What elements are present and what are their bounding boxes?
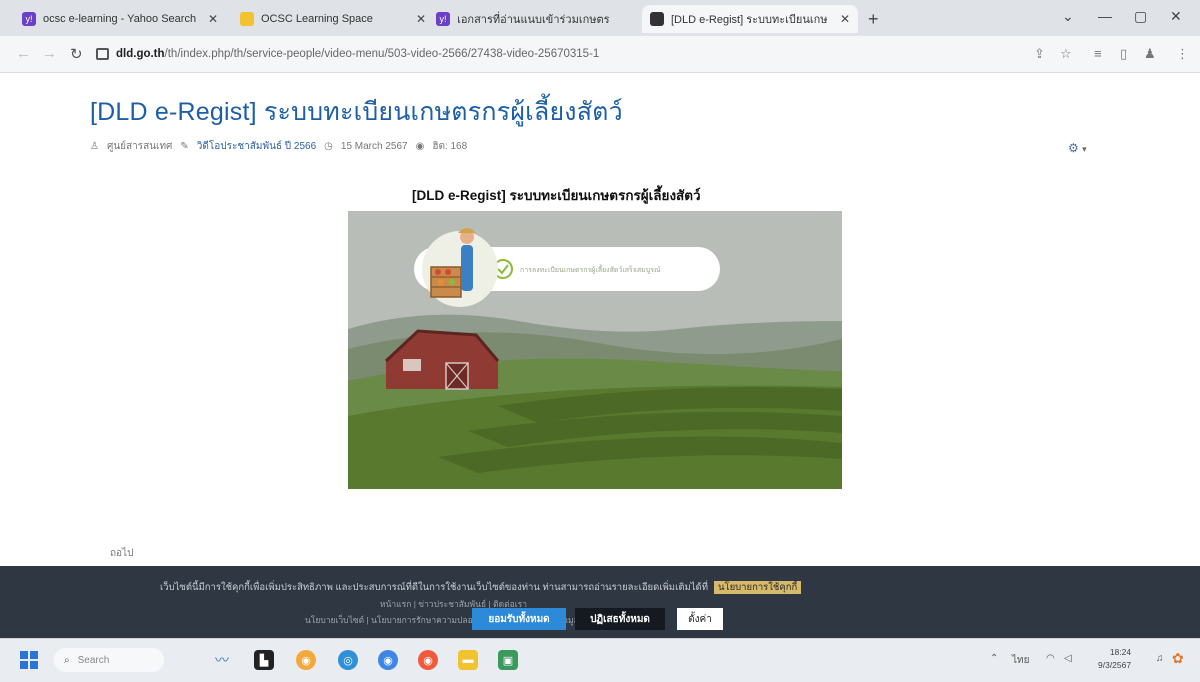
author-icon: ♙ [90, 141, 99, 152]
cookie-consent-banner: เว็บไซต์นี้มีการใช้คุกกี้เพื่อเพิ่มประสิ… [0, 566, 1200, 638]
video-heading: [DLD e-Regist] ระบบทะเบียนเกษตรกรผู้เลี้… [412, 188, 701, 203]
tab-title: เอกสารที่อ่านแนบเข้าร่วมเกษตร [457, 14, 610, 26]
hits-icon: ◉ [415, 141, 425, 152]
network-icon[interactable]: ◠ [1046, 653, 1055, 664]
read-more-link[interactable]: ถอไป [110, 546, 133, 561]
url-host: dld.go.th [116, 48, 165, 60]
bookmark-star-icon[interactable]: ☆ [1060, 46, 1072, 62]
taskbar-search-placeholder: Search [77, 654, 110, 666]
volume-icon[interactable]: ◁ [1064, 653, 1072, 664]
taskbar-search-box[interactable]: ⌕ Search [54, 648, 164, 672]
category-icon: ✎ [180, 141, 189, 152]
menu-kebab-icon[interactable]: ⋮ [1176, 46, 1189, 62]
taskbar-clock[interactable]: 18:24 9/3/2567 [1098, 646, 1131, 672]
article-tools-gear-icon[interactable]: ⚙ ▾ [1068, 141, 1087, 155]
input-language[interactable]: ไทย [1012, 653, 1029, 668]
share-icon[interactable]: ⇪ [1034, 46, 1045, 62]
minimize-icon[interactable]: — [1098, 8, 1112, 24]
profile-icon[interactable]: ♟ [1144, 46, 1156, 62]
reload-icon[interactable]: ↻ [70, 45, 83, 63]
reading-list-icon[interactable]: ≡ [1094, 46, 1102, 61]
cookie-settings-button[interactable]: ตั้งค่า [677, 608, 723, 630]
calendar-icon: ◷ [324, 141, 333, 152]
close-tab-icon[interactable]: ✕ [208, 12, 218, 26]
article-author: ศูนย์สารสนเทศ [106, 141, 173, 152]
windows-start-icon[interactable] [20, 651, 38, 669]
store-app-icon[interactable]: ▣ [498, 650, 518, 670]
embedded-video-player[interactable]: การลงทะเบียนเกษตรกรผู้เลี้ยงสัตว์เสร็จสม… [348, 211, 842, 489]
accept-all-cookies-button[interactable]: ยอมรับทั้งหมด [472, 608, 566, 630]
tab-title: [DLD e-Regist] ระบบทะเบียนเกษ [671, 14, 828, 26]
ocsc-favicon-icon [240, 12, 254, 26]
article-date: 15 March 2567 [340, 141, 408, 152]
bird-widget-icon[interactable]: 〰 [212, 650, 232, 670]
yahoo-favicon-icon: y! [22, 12, 36, 26]
close-tab-icon[interactable]: ✕ [840, 12, 850, 26]
browser-toolbar: ← → ↻ dld.go.th /th/index.php/th/service… [0, 36, 1200, 73]
article-category-link[interactable]: วิดีโอประชาสัมพันธ์ ปี 2566 [197, 139, 316, 154]
browser-tab[interactable]: y! ocsc e-learning - Yahoo Search ✕ [14, 5, 226, 33]
windows-taskbar: ⌕ Search 〰 ▙ ◉ ◎ ◉ ◉ ▬ ▣ ⌃ ไทย ◠ ◁ 18:24… [0, 638, 1200, 682]
tab-search-icon[interactable]: ⌄ [1062, 8, 1074, 25]
article-hits: ฮิต: 168 [432, 141, 468, 152]
browser-tab-active[interactable]: [DLD e-Regist] ระบบทะเบียนเกษ ✕ [642, 5, 858, 33]
clock-date: 9/3/2567 [1098, 660, 1132, 670]
yahoo-favicon-icon: y! [436, 12, 451, 26]
lock-icon [96, 48, 109, 60]
cookie-notice-text: เว็บไซต์นี้มีการใช้คุกกี้เพื่อเพิ่มประสิ… [160, 580, 802, 595]
new-tab-button[interactable]: + [868, 9, 879, 30]
tab-title: OCSC Learning Space [261, 13, 373, 25]
back-icon[interactable]: ← [16, 45, 31, 62]
browser-app-icon[interactable]: ◉ [378, 650, 398, 670]
forward-icon[interactable]: → [42, 45, 57, 62]
copilot-icon[interactable]: ✿ [1172, 650, 1184, 667]
sidebar-icon[interactable]: ▯ [1120, 46, 1127, 62]
address-bar[interactable]: dld.go.th /th/index.php/th/service-peopl… [96, 42, 1016, 66]
close-tab-icon[interactable]: ✕ [416, 12, 426, 26]
edge-app-icon[interactable]: ◎ [338, 650, 358, 670]
task-view-icon[interactable]: ▙ [254, 650, 274, 670]
footer-policy-links-row[interactable]: นโยบายเว็บไซต์ | นโยบายการรักษาความปลอดภ… [305, 613, 617, 627]
restore-icon[interactable]: ▢ [1134, 8, 1147, 25]
page-title: [DLD e-Regist] ระบบทะเบียนเกษตรกรผู้เลี้… [90, 98, 623, 126]
chevron-down-icon: ▾ [1082, 144, 1087, 154]
file-explorer-icon[interactable]: ▬ [458, 650, 478, 670]
dld-favicon-icon [650, 12, 664, 26]
clock-time: 18:24 [1109, 647, 1132, 657]
close-window-icon[interactable]: ✕ [1170, 8, 1182, 25]
firefox-app-icon[interactable]: ◉ [418, 650, 438, 670]
url-path: /th/index.php/th/service-people/video-me… [164, 48, 600, 60]
search-icon: ⌕ [64, 654, 70, 666]
tab-title: ocsc e-learning - Yahoo Search [43, 13, 197, 25]
reject-all-cookies-button[interactable]: ปฏิเสธทั้งหมด [575, 608, 665, 630]
browser-tab-strip: y! ocsc e-learning - Yahoo Search ✕ OCSC… [0, 0, 1200, 36]
article-meta: ♙ ศูนย์สารสนเทศ ✎ วิดีโอประชาสัมพันธ์ ปี… [90, 139, 467, 154]
notification-bell-icon[interactable]: ♫ [1156, 653, 1164, 664]
browser-tab[interactable]: OCSC Learning Space [232, 5, 392, 33]
chrome-app-icon[interactable]: ◉ [296, 650, 316, 670]
cookie-notice-message: เว็บไซต์นี้มีการใช้คุกกี้เพื่อเพิ่มประสิ… [160, 582, 708, 593]
browser-tab[interactable]: ✕ y! เอกสารที่อ่านแนบเข้าร่วมเกษตร [408, 5, 636, 33]
tray-chevron-up-icon[interactable]: ⌃ [990, 653, 998, 664]
video-thumbnail: การลงทะเบียนเกษตรกรผู้เลี้ยงสัตว์เสร็จสม… [348, 211, 842, 489]
cookie-policy-link[interactable]: นโยบายการใช้คุกกี้ [713, 581, 802, 594]
